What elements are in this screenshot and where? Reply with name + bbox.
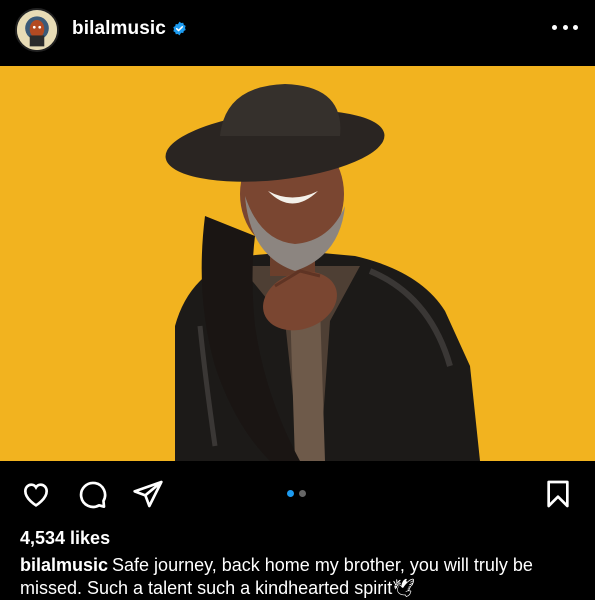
post-actions-bar — [0, 461, 595, 521]
caption-username[interactable]: bilalmusic — [20, 555, 108, 575]
more-options-icon[interactable] — [552, 22, 578, 32]
portrait-photo — [0, 66, 595, 461]
carousel-dot-active — [287, 490, 294, 497]
post-header: bilalmusic — [0, 0, 595, 66]
likes-count[interactable]: 4,534 likes — [20, 528, 110, 549]
verified-badge-icon — [173, 21, 186, 36]
avatar-illustration-icon — [17, 10, 57, 50]
post-caption: bilalmusic Safe journey, back home my bro… — [20, 554, 580, 600]
heart-icon[interactable] — [20, 478, 52, 510]
carousel-dot — [299, 490, 306, 497]
profile-avatar[interactable] — [15, 8, 59, 52]
carousel-indicator — [287, 490, 306, 497]
dove-emoji: 🕊 — [392, 578, 416, 598]
post-image[interactable] — [0, 66, 595, 461]
bookmark-icon[interactable] — [542, 478, 574, 510]
send-icon[interactable] — [132, 478, 164, 510]
comment-icon[interactable] — [76, 478, 108, 510]
post-username[interactable]: bilalmusic — [72, 18, 166, 40]
